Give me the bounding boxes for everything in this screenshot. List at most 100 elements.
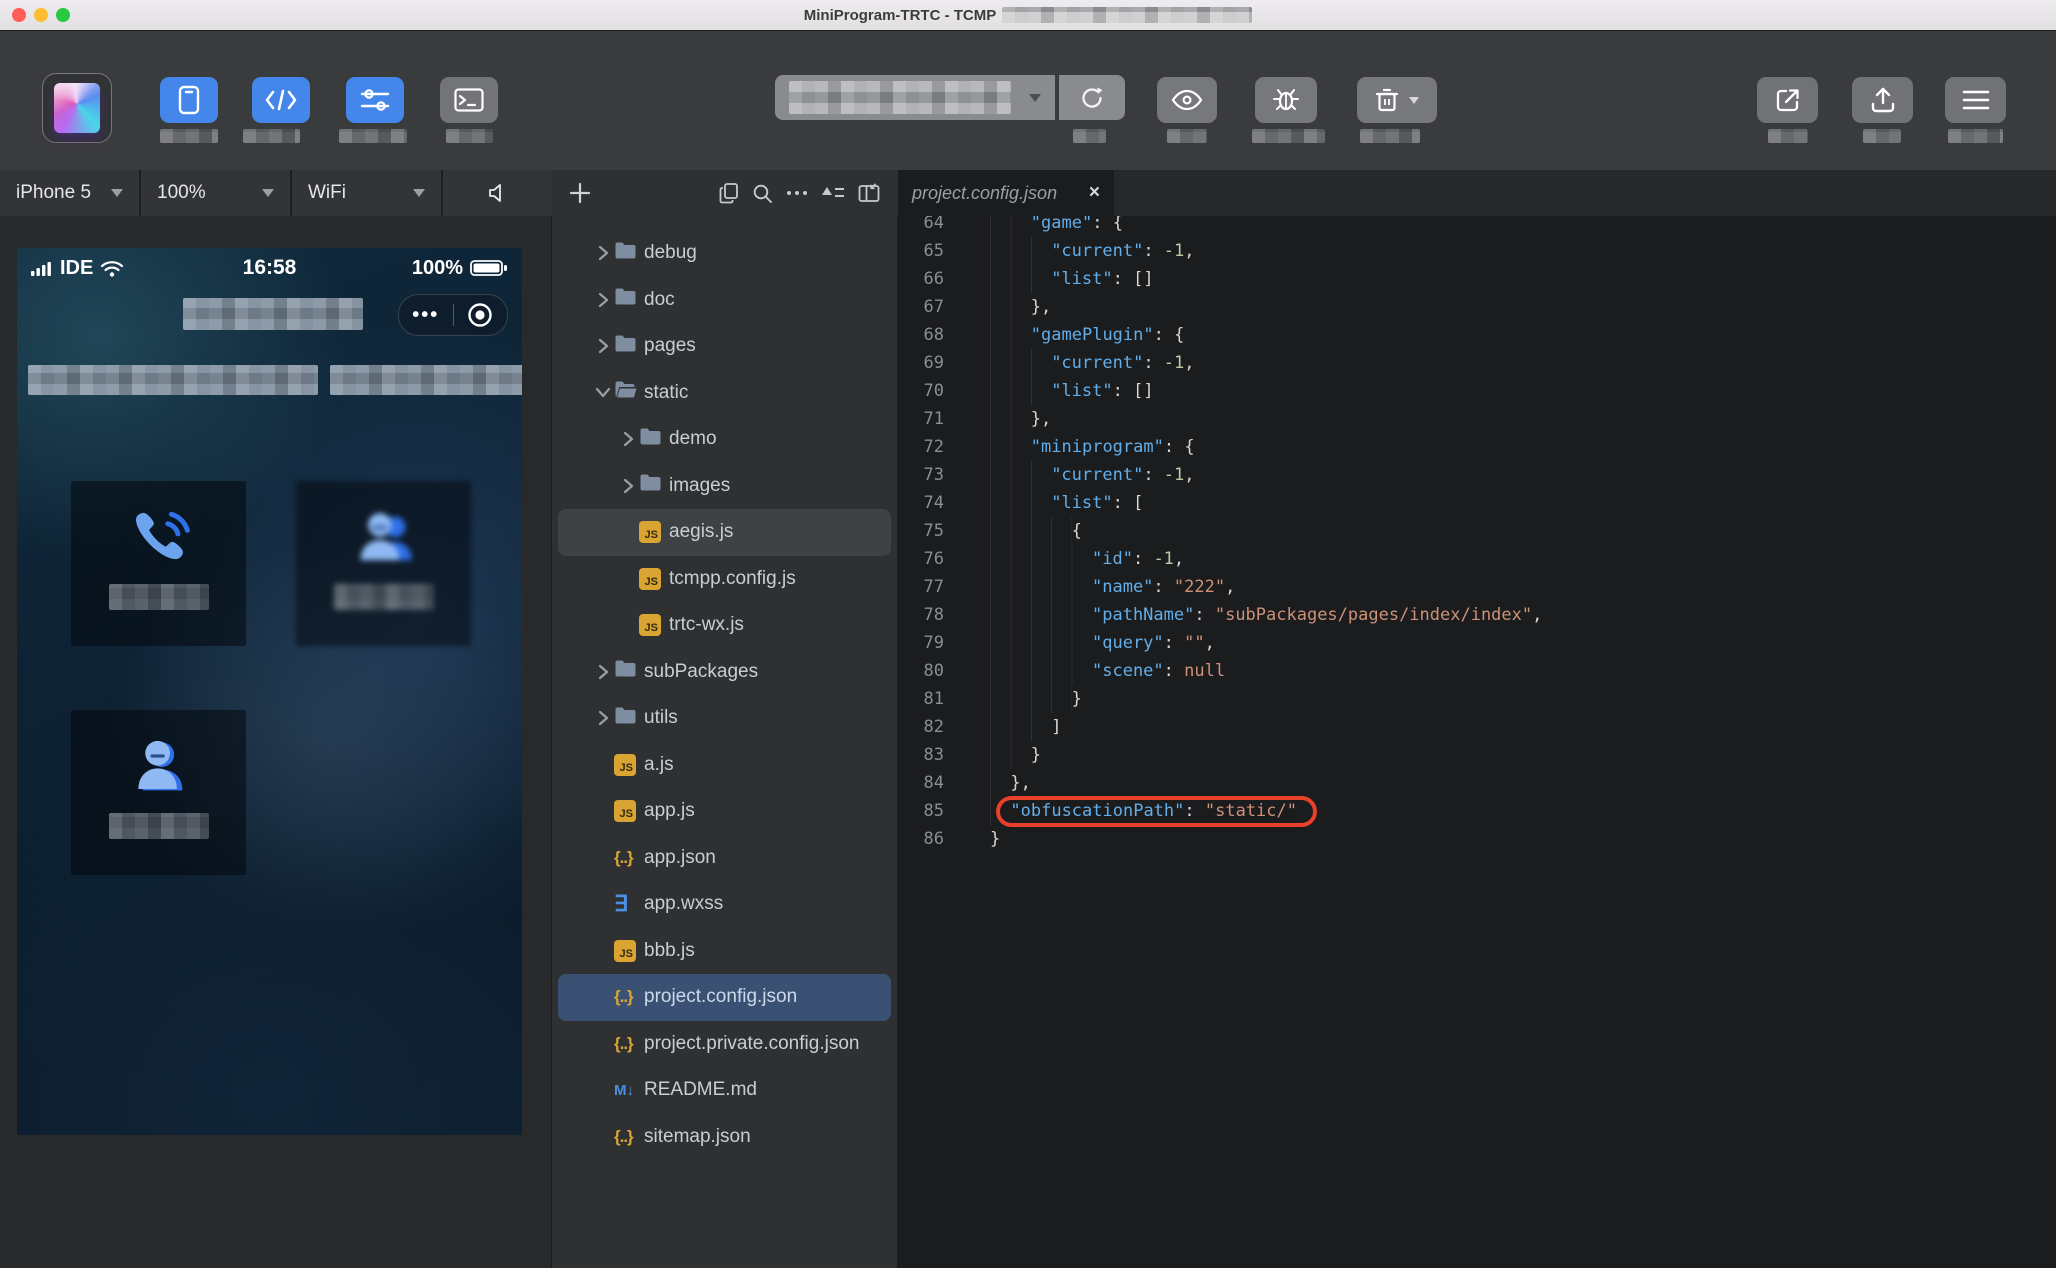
redacted-toolbar-label xyxy=(1360,129,1420,143)
copy-icon[interactable] xyxy=(719,182,739,204)
remote-debug-button[interactable] xyxy=(1255,77,1317,123)
close-window-button[interactable] xyxy=(12,8,26,22)
tree-item-sitemap-json[interactable]: {..} sitemap.json xyxy=(558,1114,891,1161)
zoom-select[interactable]: 100% xyxy=(141,170,292,216)
code-line-74: 74 "list": [ xyxy=(898,489,2056,517)
code-line-67: 67}, xyxy=(898,293,2056,321)
external-link-icon xyxy=(1776,89,1799,112)
tab-project-config-json[interactable]: project.config.json × xyxy=(898,170,1114,216)
tree-item-app-wxss[interactable]: ∃ app.wxss xyxy=(558,881,891,928)
folder-icon xyxy=(614,706,637,731)
preview-button[interactable] xyxy=(1157,77,1217,123)
terminal-toggle-button[interactable] xyxy=(440,77,498,123)
clear-cache-button[interactable] xyxy=(1357,77,1437,123)
tree-item-label: project.config.json xyxy=(644,986,798,1008)
chevron-right-icon[interactable] xyxy=(592,245,614,261)
more-icon[interactable] xyxy=(786,190,808,196)
tree-item-debug[interactable]: debug xyxy=(558,230,891,277)
compile-mode-dropdown[interactable] xyxy=(775,75,1055,120)
tree-item-bbb-js[interactable]: JS bbb.js xyxy=(558,928,891,975)
code-line-64: 64 "game": { xyxy=(898,216,2056,237)
feature-tile-call[interactable] xyxy=(71,481,246,646)
tree-item-label: app.js xyxy=(644,800,695,822)
redacted-toolbar-label xyxy=(243,129,300,143)
chevron-right-icon[interactable] xyxy=(592,338,614,354)
code-line-66: 66 "list": [] xyxy=(898,265,2056,293)
open-external-button[interactable] xyxy=(1757,77,1818,123)
chevron-right-icon[interactable] xyxy=(592,710,614,726)
zoom-window-button[interactable] xyxy=(56,8,70,22)
tree-item-label: images xyxy=(669,474,731,496)
main-toolbar xyxy=(0,30,2056,171)
code-editor[interactable]: 64 "game": {65 "current": -1, 66 "list": [] 6… xyxy=(898,216,2056,1268)
chevron-right-icon[interactable] xyxy=(592,292,614,308)
toggle-panel-icon[interactable] xyxy=(858,183,880,203)
js-file-icon: JS xyxy=(639,567,661,590)
tree-item-pages[interactable]: pages xyxy=(558,323,891,370)
tree-item-label: sitemap.json xyxy=(644,1125,751,1147)
tree-item-doc[interactable]: doc xyxy=(558,277,891,324)
redacted-toolbar-label xyxy=(1863,129,1901,143)
refresh-icon xyxy=(1082,87,1103,108)
tree-item-static[interactable]: static xyxy=(558,370,891,417)
chevron-right-icon[interactable] xyxy=(617,431,639,447)
editor-toggle-button[interactable] xyxy=(252,77,310,123)
upload-button[interactable] xyxy=(1852,77,1913,123)
tree-item-label: app.json xyxy=(644,846,716,868)
code-line-65: 65 "current": -1, xyxy=(898,237,2056,265)
tree-item-label: README.md xyxy=(644,1079,757,1101)
tree-item-subpackages[interactable]: subPackages xyxy=(558,649,891,696)
collapse-all-icon[interactable] xyxy=(821,184,845,202)
js-file-icon: JS xyxy=(614,939,636,962)
simulator-toggle-button[interactable] xyxy=(160,77,218,123)
tree-item-images[interactable]: images xyxy=(558,463,891,510)
redacted-tile-label xyxy=(333,584,434,610)
feature-tile-person[interactable] xyxy=(71,710,246,875)
chevron-down-icon[interactable] xyxy=(592,387,614,398)
chevron-right-icon[interactable] xyxy=(592,664,614,680)
tree-item-label: pages xyxy=(644,335,696,357)
editor-tabbar: project.config.json × xyxy=(898,170,2056,216)
refresh-button[interactable] xyxy=(1057,75,1125,120)
tree-item-app-js[interactable]: JS app.js xyxy=(558,788,891,835)
tree-item-tcmpp-config-js[interactable]: JS tcmpp.config.js xyxy=(558,556,891,603)
simulator-header: iPhone 5 100% WiFi xyxy=(0,170,552,216)
phone-statusbar: IDE 16:58 100% xyxy=(17,252,522,284)
code-line-81: 81} xyxy=(898,685,2056,713)
tree-item-aegis-js[interactable]: JS aegis.js xyxy=(558,509,891,556)
minimize-window-button[interactable] xyxy=(34,8,48,22)
chevron-down-icon xyxy=(262,189,274,197)
feature-tile-group[interactable] xyxy=(296,481,471,646)
close-tab-icon[interactable]: × xyxy=(1089,182,1100,204)
phone-screen: IDE 16:58 100% ••• xyxy=(17,248,522,1135)
line-number: 78 xyxy=(923,605,944,625)
line-number: 80 xyxy=(923,661,944,681)
line-number: 81 xyxy=(923,689,944,709)
tree-item-label: static xyxy=(644,381,689,403)
terminal-icon xyxy=(454,88,484,112)
device-select[interactable]: iPhone 5 xyxy=(0,170,141,216)
tree-item-app-json[interactable]: {..} app.json xyxy=(558,835,891,882)
tree-item-project-private-config-json[interactable]: {..} project.private.config.json xyxy=(558,1021,891,1068)
tree-item-demo[interactable]: demo xyxy=(558,416,891,463)
tree-item-a-js[interactable]: JS a.js xyxy=(558,742,891,789)
explorer-panel: debug doc pages static demo images JS aegis.js J… xyxy=(552,216,898,1268)
line-number: 71 xyxy=(923,409,944,429)
redacted-dropdown-value xyxy=(789,81,1011,114)
redacted-tile-label xyxy=(108,813,209,839)
tree-item-utils[interactable]: utils xyxy=(558,695,891,742)
tree-item-project-config-json[interactable]: {..} project.config.json xyxy=(558,974,891,1021)
redacted-toolbar-label xyxy=(446,129,493,143)
plus-icon[interactable] xyxy=(569,182,591,204)
chevron-right-icon[interactable] xyxy=(617,478,639,494)
redacted-toolbar-label xyxy=(1167,129,1207,143)
debugger-toggle-button[interactable] xyxy=(346,77,404,123)
tree-item-readme-md[interactable]: M↓ README.md xyxy=(558,1067,891,1114)
more-menu-button[interactable] xyxy=(1945,77,2006,123)
network-select[interactable]: WiFi xyxy=(292,170,443,216)
sound-toggle[interactable] xyxy=(443,170,552,216)
capsule-close-icon[interactable] xyxy=(454,302,508,328)
tree-item-label: debug xyxy=(644,242,697,264)
tree-item-trtc-wx-js[interactable]: JS trtc-wx.js xyxy=(558,602,891,649)
search-icon[interactable] xyxy=(752,183,773,204)
